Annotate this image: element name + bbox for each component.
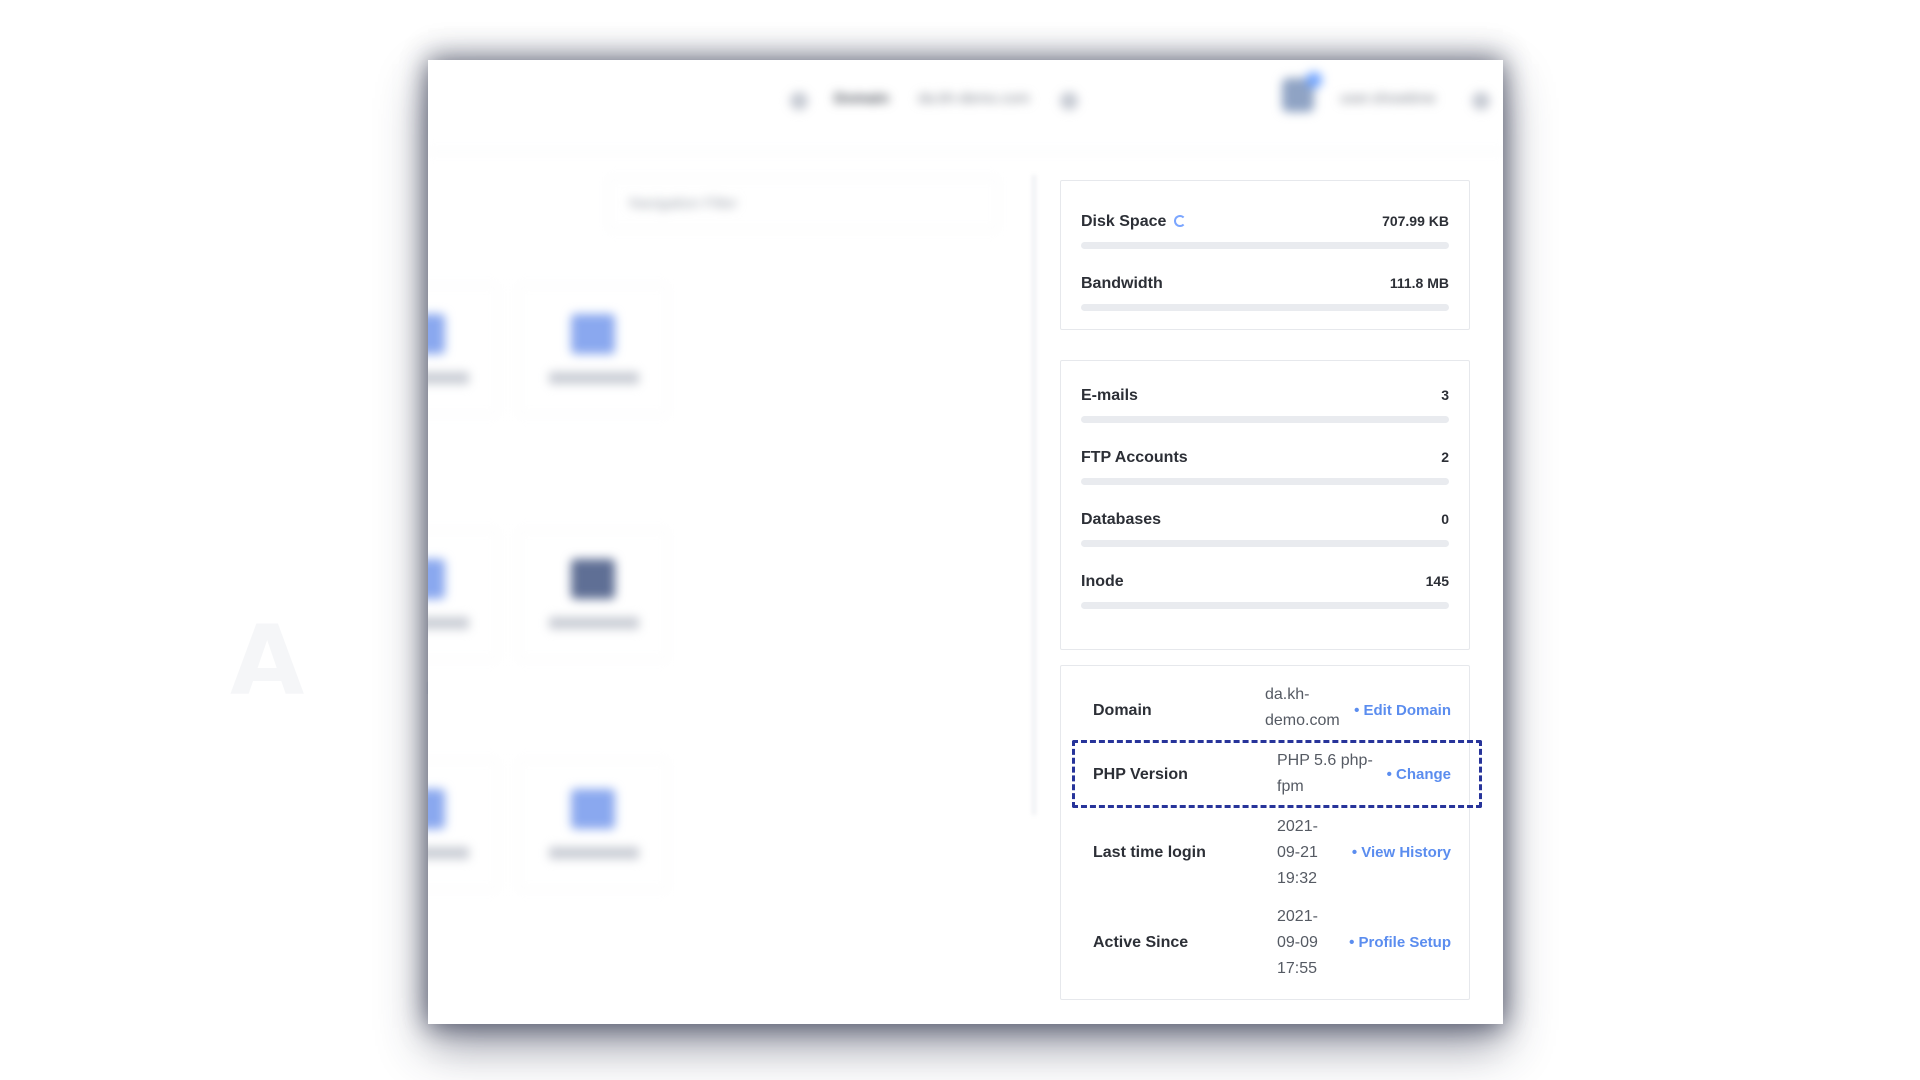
domain-row: Domain da.kh- demo.com Edit Domain <box>1061 682 1471 742</box>
emails-progress <box>1081 416 1449 423</box>
disk-space-progress <box>1081 242 1449 249</box>
nav-tile[interactable] <box>428 285 498 415</box>
databases-value: 0 <box>1441 511 1449 527</box>
account-info-panel: Domain da.kh- demo.com Edit Domain PHP V… <box>1060 665 1470 1000</box>
nav-tile-icon <box>571 789 615 829</box>
avatar[interactable] <box>1282 72 1322 112</box>
last-login-row: Last time login 2021- 09-21 19:32 View H… <box>1061 814 1471 894</box>
chevron-down-icon[interactable] <box>1472 92 1490 110</box>
control-panel-window: Domain da.kh-demo.com user.showtime Navi… <box>428 60 1503 1024</box>
active-since-row: Active Since 2021- 09-09 17:55 Profile S… <box>1061 904 1471 984</box>
inode-progress <box>1081 602 1449 609</box>
emails-label: E-mails <box>1081 387 1138 404</box>
ftp-accounts-progress <box>1081 478 1449 485</box>
inode-value: 145 <box>1425 573 1449 589</box>
navigation-filter-input[interactable]: Navigation Filter <box>608 178 998 230</box>
disk-space-row: Disk Space 707.99 KB <box>1081 213 1449 253</box>
bandwidth-row: Bandwidth 111.8 MB <box>1081 275 1449 315</box>
php-version-highlight <box>1072 740 1482 808</box>
databases-label: Databases <box>1081 511 1162 528</box>
topbar-user-label[interactable]: user.showtime <box>1340 90 1436 107</box>
nav-tile-icon <box>428 789 445 829</box>
nav-tile[interactable] <box>428 530 498 660</box>
navigation-area: Navigation Filter <box>428 60 1028 1024</box>
domain-label: Domain <box>1093 702 1152 719</box>
nav-tile-icon <box>571 314 615 354</box>
disk-space-label: Disk Space <box>1081 213 1167 230</box>
panel-divider <box>1032 175 1036 815</box>
ftp-accounts-value: 2 <box>1441 449 1449 465</box>
bandwidth-progress <box>1081 304 1449 311</box>
nav-tile-icon <box>571 559 615 599</box>
nav-tile[interactable] <box>518 285 668 415</box>
ftp-accounts-row: FTP Accounts 2 <box>1081 449 1449 489</box>
nav-tile[interactable] <box>518 530 668 660</box>
last-login-label: Last time login <box>1093 844 1206 861</box>
nav-tile-icon <box>428 559 445 599</box>
view-history-link[interactable]: View History <box>1352 844 1451 861</box>
domain-value: da.kh- demo.com <box>1265 686 1340 729</box>
active-since-value: 2021- 09-09 17:55 <box>1277 908 1318 977</box>
bandwidth-label: Bandwidth <box>1081 275 1163 292</box>
bandwidth-value: 111.8 MB <box>1389 275 1449 291</box>
account-counts-panel: E-mails 3 FTP Accounts 2 Databases 0 Ino… <box>1060 360 1470 650</box>
databases-row: Databases 0 <box>1081 511 1449 551</box>
disk-space-value: 707.99 KB <box>1382 213 1449 229</box>
resource-usage-panel: Disk Space 707.99 KB Bandwidth 111.8 MB <box>1060 180 1470 330</box>
profile-setup-link[interactable]: Profile Setup <box>1349 934 1451 951</box>
nav-tile-icon <box>428 314 445 354</box>
emails-value: 3 <box>1441 387 1449 403</box>
nav-tile[interactable] <box>518 760 668 890</box>
inode-row: Inode 145 <box>1081 573 1449 613</box>
active-since-label: Active Since <box>1093 934 1189 951</box>
inode-label: Inode <box>1081 573 1124 590</box>
databases-progress <box>1081 540 1449 547</box>
nav-tile[interactable] <box>428 760 498 890</box>
ftp-accounts-label: FTP Accounts <box>1081 449 1188 466</box>
refresh-icon[interactable] <box>1174 215 1187 227</box>
last-login-value: 2021- 09-21 19:32 <box>1277 818 1318 887</box>
edit-domain-link[interactable]: Edit Domain <box>1354 702 1451 719</box>
emails-row: E-mails 3 <box>1081 387 1449 427</box>
settings-icon[interactable] <box>1060 92 1078 110</box>
